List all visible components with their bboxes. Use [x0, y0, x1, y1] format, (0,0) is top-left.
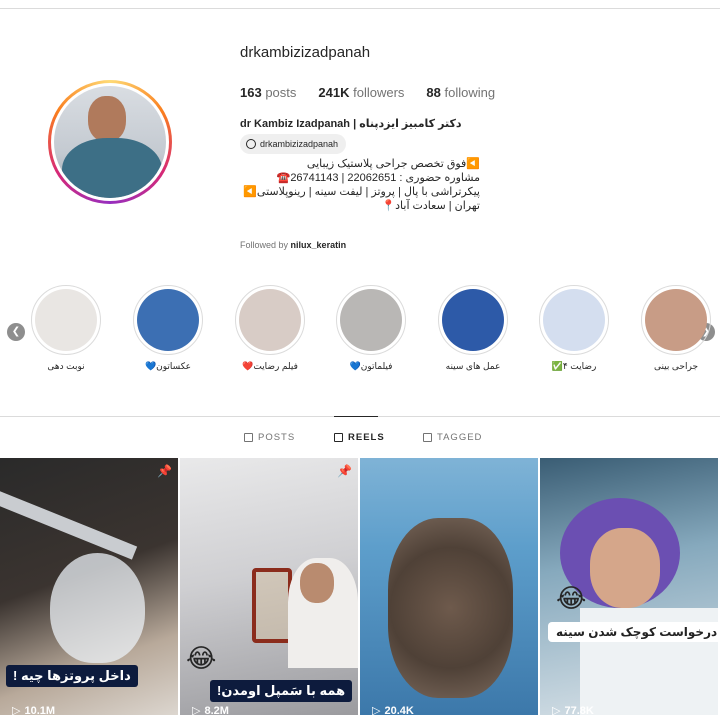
active-tab-indicator [334, 416, 378, 417]
story-highlights: نوبت دهی عکساتون💙 فیلم رضایت❤️ فیلماتون💙… [0, 285, 720, 380]
threads-handle[interactable]: drkambizizadpanah [260, 139, 338, 149]
following-stat[interactable]: 88 following [426, 85, 495, 100]
reel-caption: همه با سَمپل اومدن! [210, 680, 353, 702]
posts-count: 163 [240, 85, 262, 100]
reel-views: ▷ 77.8K [552, 704, 594, 715]
bio-line: پیکرتراشی با پال | پروتز | لیفت سینه | ر… [243, 186, 480, 198]
tag-icon [423, 433, 432, 442]
highlight-label: رضایت ۴✅ [551, 361, 597, 371]
video-icon [239, 289, 301, 351]
reel-caption: داخل پروتزها چیه ! [6, 665, 138, 687]
clinic-logo-icon [35, 289, 97, 351]
tab-label: POSTS [258, 432, 296, 443]
doctor-photo-icon [442, 289, 504, 351]
pin-icon: 📌 [337, 464, 352, 478]
tab-reels[interactable]: REELS [334, 432, 385, 443]
following-label[interactable]: following [445, 85, 496, 100]
play-icon: ▷ [192, 705, 201, 715]
highlight-item[interactable]: جراحی بینی [636, 285, 716, 372]
followed-by-user[interactable]: nilux_keratin [291, 240, 347, 250]
avatar-photo [54, 86, 166, 198]
highlight-label: عکساتون💙 [144, 361, 192, 371]
tab-label: TAGGED [437, 432, 483, 443]
threads-badge[interactable]: drkambizizadpanah [240, 134, 347, 154]
profile-avatar[interactable] [48, 80, 172, 204]
laughing-emoji-icon: 😂 [186, 643, 217, 673]
posts-label: posts [265, 85, 297, 100]
profile-bio: ◀️فوق تخصص جراحی پلاستیک زیبایی مشاوره ح… [240, 157, 480, 213]
tab-posts[interactable]: POSTS [244, 432, 295, 443]
highlight-item[interactable]: رضایت ۴✅ [534, 285, 614, 372]
highlight-label: جراحی بینی [653, 361, 699, 371]
bio-line: تهران | سعادت آباد📍 [381, 200, 480, 212]
highlight-item[interactable]: نوبت دهی [26, 285, 106, 372]
laughing-emoji-icon: 😂 [556, 583, 587, 613]
review-icon [543, 289, 605, 351]
bio-line: مشاوره حضوری : 22062651 | 26741143☎️ [276, 172, 480, 184]
highlight-item[interactable]: عمل های سینه [433, 285, 513, 372]
followers-label[interactable]: followers [353, 85, 404, 100]
followers-stat[interactable]: 241K followers [318, 85, 404, 100]
followed-by[interactable]: Followed by nilux_keratin [240, 240, 346, 250]
play-icon: ▷ [12, 705, 21, 715]
following-count[interactable]: 88 [426, 85, 440, 100]
highlight-item[interactable]: فیلماتون💙 [331, 285, 411, 372]
video-icon [340, 289, 402, 351]
reel-caption: درخواست کوچک شدن سینه [548, 622, 718, 642]
highlight-label: نوبت دهی [47, 361, 85, 371]
followers-count[interactable]: 241K [318, 85, 349, 100]
play-icon: ▷ [552, 705, 561, 715]
reel-tile[interactable]: 😂 📌 همه با سَمپل اومدن! ▷ 8.2M [180, 458, 358, 715]
top-divider [0, 8, 720, 9]
photo-grid-icon [137, 289, 199, 351]
reel-tile[interactable]: 😂 درخواست کوچک شدن سینه ▷ 77.8K [540, 458, 718, 715]
reel-views: ▷ 10.1M [12, 704, 56, 715]
highlight-label: فیلماتون💙 [349, 361, 393, 371]
grid-icon [244, 433, 253, 442]
reels-icon [334, 433, 343, 442]
highlight-item[interactable]: فیلم رضایت❤️ [230, 285, 310, 372]
face-photo-icon [645, 289, 707, 351]
posts-stat: 163 posts [240, 85, 296, 100]
highlight-item[interactable]: عکساتون💙 [128, 285, 208, 372]
bio-line: ◀️فوق تخصص جراحی پلاستیک زیبایی [306, 158, 480, 170]
reel-tile[interactable]: ▷ 20.4K [360, 458, 538, 715]
profile-username: drkambizizadpanah [240, 44, 371, 61]
tab-label: REELS [348, 432, 385, 443]
tab-tagged[interactable]: TAGGED [423, 432, 482, 443]
profile-full-name: dr Kambiz Izadpanah | دکتر کامبیز ایزدپن… [240, 118, 462, 130]
highlight-label: عمل های سینه [445, 361, 501, 371]
play-icon: ▷ [372, 705, 381, 715]
threads-icon [246, 139, 256, 149]
profile-stats: 163 posts 241K followers 88 following [240, 85, 495, 100]
reel-views: ▷ 8.2M [192, 704, 229, 715]
reel-tile[interactable]: 📌 داخل پروتزها چیه ! ▷ 10.1M [0, 458, 178, 715]
followed-by-prefix: Followed by [240, 240, 289, 250]
highlight-label: فیلم رضایت❤️ [242, 361, 298, 371]
pin-icon: 📌 [157, 464, 172, 478]
reel-views: ▷ 20.4K [372, 704, 414, 715]
